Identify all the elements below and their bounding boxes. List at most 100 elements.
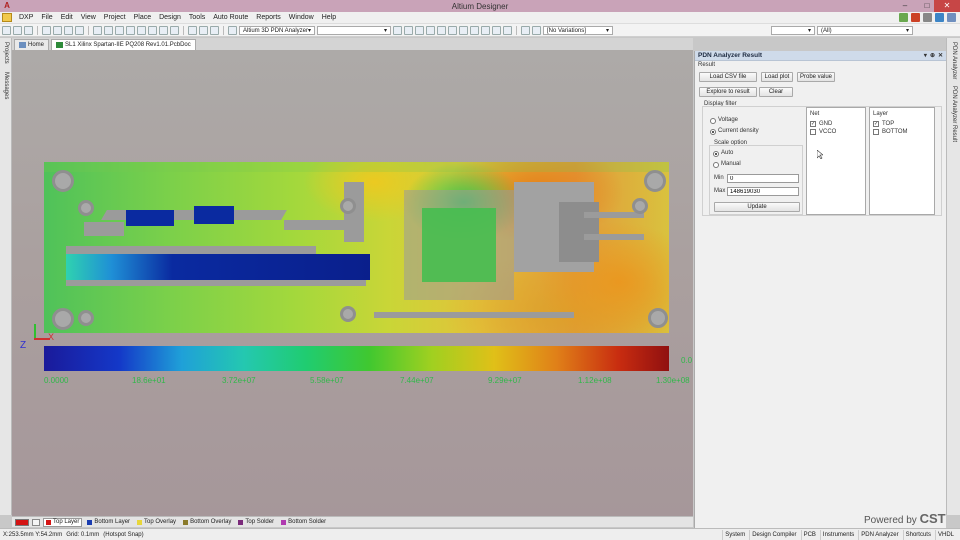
undo-icon[interactable] <box>188 25 197 35</box>
max-input[interactable] <box>727 187 799 196</box>
route-icon[interactable] <box>393 25 402 35</box>
status-vhdl[interactable]: VHDL <box>934 530 956 540</box>
current-density-radio[interactable] <box>710 129 716 135</box>
menu-dxp[interactable]: DXP <box>15 12 37 24</box>
menu-reports[interactable]: Reports <box>252 12 285 24</box>
fill-icon[interactable] <box>470 25 479 35</box>
polygon-icon[interactable] <box>481 25 490 35</box>
component-icon[interactable] <box>503 25 512 35</box>
open-icon[interactable] <box>13 25 22 35</box>
string-icon[interactable] <box>492 25 501 35</box>
layer-tab-bottom-layer[interactable]: Bottom Layer <box>85 518 132 527</box>
status-pdn-analyzer[interactable]: PDN Analyzer <box>858 530 900 540</box>
layer-list[interactable]: Layer ✓ TOP BOTTOM <box>869 107 935 215</box>
tab-projects[interactable]: Projects <box>1 42 11 64</box>
tab-pcb-document[interactable]: SL1 Xilinx Spartan-IIE PQ208 Rev1.01.Pcb… <box>51 39 196 50</box>
pcb-board-heatmap[interactable] <box>44 162 669 333</box>
new-icon[interactable] <box>2 25 11 35</box>
load-plot-button[interactable]: Load plot <box>761 72 793 82</box>
probe-value-button[interactable]: Probe value <box>797 72 835 82</box>
net-checkbox-gnd[interactable]: ✓ <box>810 121 816 127</box>
zoom-selected-icon[interactable] <box>75 25 84 35</box>
panel-menu-icon[interactable]: ▾ <box>924 51 927 61</box>
voltage-radio[interactable] <box>710 118 716 124</box>
layer-tab-top-overlay[interactable]: Top Overlay <box>135 518 178 527</box>
view-config-select[interactable]: Altium 3D PDN Analyzer ▾ <box>239 25 315 35</box>
net-checkbox-vcco[interactable] <box>810 129 816 135</box>
paste-icon[interactable] <box>115 25 124 35</box>
select-icon[interactable] <box>137 25 146 35</box>
rubber-stamp-icon[interactable] <box>126 25 135 35</box>
menu-design[interactable]: Design <box>155 12 185 24</box>
update-button[interactable]: Update <box>714 202 800 212</box>
status-pcb[interactable]: PCB <box>800 530 818 540</box>
min-input[interactable] <box>727 174 799 183</box>
net-list[interactable]: Net ✓ GND VCCO <box>806 107 866 215</box>
deselect-icon[interactable] <box>148 25 157 35</box>
layer-tab-bottom-overlay[interactable]: Bottom Overlay <box>181 518 233 527</box>
explore-to-result-button[interactable]: Explore to result <box>699 87 757 97</box>
pcb-canvas[interactable]: 0.0000 18.6e+01 3.72e+07 5.58e+07 7.44e+… <box>12 50 693 516</box>
variant-edit-icon[interactable] <box>532 25 541 35</box>
pdn-view-icon[interactable] <box>228 25 237 35</box>
save-icon[interactable] <box>24 25 33 35</box>
check-tool-icon[interactable] <box>899 13 908 22</box>
multi-route-icon[interactable] <box>426 25 435 35</box>
variant-icon[interactable] <box>521 25 530 35</box>
menu-place[interactable]: Place <box>130 12 156 24</box>
layer-set-icon[interactable] <box>32 518 40 526</box>
status-design-compiler[interactable]: Design Compiler <box>749 530 798 540</box>
empty-select[interactable]: ▾ <box>771 25 815 35</box>
tab-home[interactable]: Home <box>14 39 50 50</box>
via-icon[interactable] <box>448 25 457 35</box>
crosshair-icon[interactable] <box>210 25 219 35</box>
menu-view[interactable]: View <box>77 12 100 24</box>
menu-window[interactable]: Window <box>285 12 318 24</box>
redo-icon[interactable] <box>199 25 208 35</box>
pad-icon[interactable] <box>437 25 446 35</box>
blank-select[interactable]: ▾ <box>317 25 391 35</box>
layout-tool-icon[interactable] <box>935 13 944 22</box>
tab-pdn-analyzer[interactable]: PDN Analyzer <box>949 42 959 79</box>
zoom-area-icon[interactable] <box>64 25 73 35</box>
move-icon[interactable] <box>159 25 168 35</box>
filter-tool-icon[interactable] <box>923 13 932 22</box>
status-instruments[interactable]: Instruments <box>819 530 856 540</box>
minimize-button[interactable]: – <box>894 0 916 12</box>
zoom-fit-icon[interactable] <box>53 25 62 35</box>
status-shortcuts[interactable]: Shortcuts <box>902 530 933 540</box>
status-system[interactable]: System <box>722 530 747 540</box>
tab-messages[interactable]: Messages <box>1 72 11 99</box>
window-tool-icon[interactable] <box>947 13 956 22</box>
layer-checkbox-bottom[interactable] <box>873 129 879 135</box>
current-layer-swatch[interactable] <box>15 518 29 526</box>
cut-icon[interactable] <box>93 25 102 35</box>
tab-pdn-analyzer-result[interactable]: PDN Analyzer Result <box>949 86 959 142</box>
variations-select[interactable]: [No Variations] ▾ <box>543 25 613 35</box>
layer-tab-bottom-solder[interactable]: Bottom Solder <box>279 518 328 527</box>
interactive-route-icon[interactable] <box>404 25 413 35</box>
menu-project[interactable]: Project <box>100 12 130 24</box>
print-icon[interactable] <box>42 25 51 35</box>
diff-pair-icon[interactable] <box>415 25 424 35</box>
auto-radio[interactable] <box>713 151 719 157</box>
copy-icon[interactable] <box>104 25 113 35</box>
arc-icon[interactable] <box>459 25 468 35</box>
panel-close-icon[interactable]: ✕ <box>938 51 943 61</box>
clear-button[interactable]: Clear <box>759 87 793 97</box>
menu-edit[interactable]: Edit <box>57 12 77 24</box>
menu-file[interactable]: File <box>37 12 56 24</box>
menu-auto-route[interactable]: Auto Route <box>209 12 252 24</box>
panel-pin-icon[interactable]: ⊕ <box>930 51 935 61</box>
menu-help[interactable]: Help <box>318 12 340 24</box>
layer-tab-top-solder[interactable]: Top Solder <box>236 518 276 527</box>
manual-radio[interactable] <box>713 162 719 168</box>
cross-select-icon[interactable] <box>170 25 179 35</box>
close-button[interactable]: ✕ <box>934 0 960 12</box>
menu-tools[interactable]: Tools <box>185 12 209 24</box>
load-csv-button[interactable]: Load CSV file <box>699 72 757 82</box>
filter-select[interactable]: (All) ▾ <box>817 25 913 35</box>
layer-checkbox-top[interactable]: ✓ <box>873 121 879 127</box>
layer-tab-top-layer[interactable]: Top Layer <box>43 517 83 527</box>
report-tool-icon[interactable] <box>911 13 920 22</box>
